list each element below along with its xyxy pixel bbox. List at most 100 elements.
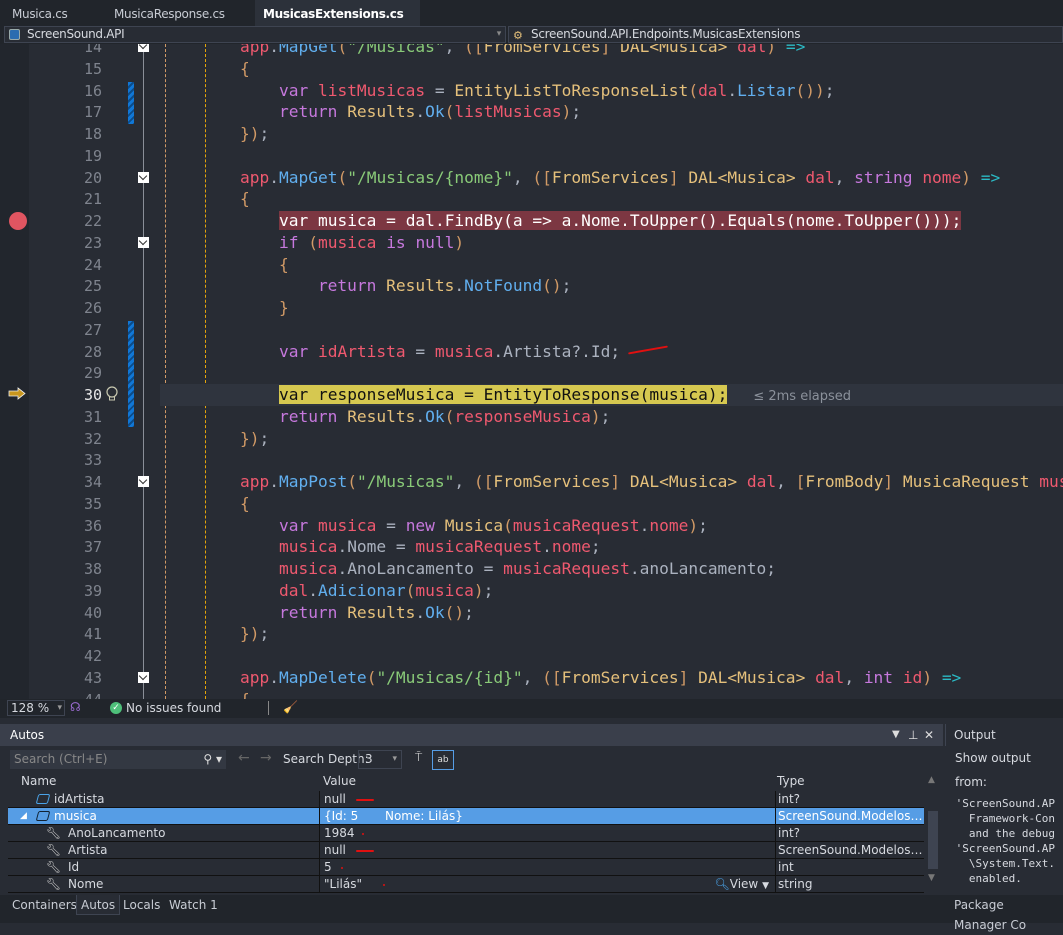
code-line[interactable]: { — [162, 188, 250, 210]
tab-autos[interactable]: Autos — [76, 895, 121, 915]
code-line[interactable]: }); — [162, 623, 269, 645]
code-line[interactable]: if (musica is null) — [162, 232, 464, 254]
vertical-scrollbar[interactable]: ▲ ▼ — [926, 773, 940, 887]
code-line[interactable]: musica.AnoLancamento = musicaRequest.ano… — [162, 558, 776, 580]
column-name[interactable]: Name — [21, 773, 56, 790]
autos-row[interactable]: idArtista null int? — [8, 791, 924, 808]
search-placeholder: Search (Ctrl+E) — [14, 752, 108, 766]
code-line[interactable]: var listMusicas = EntityListToResponseLi… — [162, 80, 835, 102]
tab-containers[interactable]: Containers — [8, 895, 81, 915]
line-number: 24 — [83, 255, 102, 274]
member-dropdown[interactable]: ⚙ ScreenSound.API.Endpoints.MusicasExten… — [508, 26, 1063, 43]
line-number: 31 — [83, 407, 102, 426]
variable-type: ScreenSound.Modelos.Art... — [775, 842, 924, 858]
annotation-mark — [383, 884, 385, 886]
value-text: {Id: 5 Nome: Lilás} — [324, 809, 463, 823]
code-line[interactable]: return Results.Ok(); — [162, 602, 474, 624]
code-line[interactable]: }); — [162, 123, 269, 145]
autos-row[interactable]: 🔧︎ Id 5 int — [8, 859, 924, 876]
variable-type: int? — [775, 825, 924, 841]
project-dropdown[interactable]: ScreenSound.API ▾ — [4, 26, 506, 43]
scrollbar-thumb[interactable] — [928, 811, 938, 869]
property-wrench-icon: 🔧︎ — [46, 877, 62, 891]
panel-menu-icon[interactable]: ▼ — [892, 724, 900, 746]
code-line[interactable]: { — [162, 254, 289, 276]
variable-value[interactable]: null — [319, 842, 775, 858]
member-name: ScreenSound.API.Endpoints.MusicasExtensi… — [531, 27, 801, 41]
code-line[interactable]: var musica = new Musica(musicaRequest.no… — [162, 515, 708, 537]
collapse-region-icon[interactable] — [138, 171, 149, 183]
line-number: 21 — [83, 190, 102, 209]
line-number: 23 — [83, 233, 102, 252]
variable-value[interactable]: 1984 — [319, 825, 775, 841]
code-line[interactable]: return Results.Ok(listMusicas); — [162, 101, 581, 123]
autos-row[interactable]: 🔧︎ Nome "Lilás" 🔍︎View ▼ string — [8, 876, 924, 893]
tab-locals[interactable]: Locals — [119, 895, 164, 915]
code-line[interactable]: return Results.NotFound(); — [162, 275, 571, 297]
code-cleanup-icon[interactable]: 🧹 — [283, 700, 298, 714]
code-line[interactable]: musica.Nome = musicaRequest.nome; — [162, 536, 601, 558]
search-input[interactable]: Search (Ctrl+E) ⚲ ▾ — [10, 750, 226, 769]
code-line[interactable]: var idArtista = musica.Artista?.Id; — [162, 341, 620, 363]
tab-musica-cs[interactable]: Musica.cs — [4, 0, 75, 26]
code-line[interactable]: { — [162, 493, 250, 515]
collapse-region-icon[interactable] — [138, 44, 149, 52]
zoom-dropdown[interactable]: 128 % ▾ — [7, 700, 65, 716]
code-editor[interactable]: 14 app.MapGet("/Musicas", ([FromServices… — [0, 44, 1063, 699]
autos-row[interactable]: ◢ musica {Id: 5 Nome: Lilás} ScreenSound.Mo… — [8, 808, 924, 825]
tab-watch-1[interactable]: Watch 1 — [165, 895, 222, 915]
column-headers: Name Value Type — [8, 773, 924, 790]
code-line[interactable]: app.MapDelete("/Musicas/{id}", ([FromSer… — [162, 667, 961, 689]
tab-musicaresponse-cs[interactable]: MusicaResponse.cs — [106, 0, 233, 26]
breakpoint-icon[interactable] — [9, 212, 27, 230]
code-line[interactable]: }); — [162, 428, 269, 450]
code-line[interactable]: app.MapGet("/Musicas/{nome}", ([FromServ… — [162, 167, 1000, 189]
column-value[interactable]: Value — [323, 773, 356, 790]
column-type[interactable]: Type — [777, 773, 805, 790]
lightbulb-icon[interactable] — [104, 386, 120, 402]
indicator-margin[interactable] — [0, 44, 29, 699]
code-line[interactable]: } — [162, 297, 289, 319]
variable-value[interactable]: null — [319, 791, 775, 807]
code-line[interactable]: return Results.Ok(responseMusica); — [162, 406, 610, 428]
namespace-icon: ⚙ — [513, 29, 523, 42]
search-icon[interactable]: ⚲ ▾ — [203, 750, 222, 769]
intellicode-icon[interactable]: ☊ — [70, 700, 81, 714]
collapse-region-icon[interactable] — [138, 236, 149, 248]
hex-display-icon[interactable]: ab — [432, 750, 454, 770]
pin-to-source-icon[interactable]: ⍑ — [415, 750, 422, 765]
code-line[interactable]: var musica = dal.FindBy(a => a.Nome.ToUp… — [162, 210, 962, 232]
code-line[interactable]: app.MapGet("/Musicas", ([FromServices] D… — [162, 44, 805, 58]
code-line[interactable]: { — [162, 58, 250, 80]
code-line[interactable]: var responseMusica = EntityToResponse(mu… — [162, 384, 851, 406]
forward-arrow-icon[interactable]: → — [260, 750, 272, 766]
code-line[interactable]: { — [162, 689, 250, 700]
magnifier-icon: 🔍︎ — [714, 877, 730, 891]
variable-value[interactable]: "Lilás" 🔍︎View ▼ — [319, 876, 775, 892]
autos-row[interactable]: 🔧︎ Artista null ScreenSound.Modelos.Art... — [8, 842, 924, 859]
output-line: and the debug — [949, 827, 1055, 840]
autos-row[interactable]: 🔧︎ AnoLancamento 1984 int? — [8, 825, 924, 842]
pin-icon[interactable]: ⊥ — [908, 724, 918, 746]
current-statement-arrow-icon[interactable] — [8, 387, 26, 400]
collapse-triangle-icon[interactable]: ◢ — [20, 808, 27, 824]
variable-value[interactable]: {Id: 5 Nome: Lilás} — [319, 808, 775, 824]
text-visualizer-button[interactable]: 🔍︎View ▼ — [715, 876, 769, 894]
tab-musicasextensions-cs[interactable]: MusicasExtensions.cs ⊹ X — [255, 0, 420, 49]
close-icon[interactable]: ✕ — [924, 724, 934, 746]
collapse-region-icon[interactable] — [138, 671, 149, 683]
collapse-region-icon[interactable] — [138, 476, 149, 487]
code-line[interactable]: dal.Adicionar(musica); — [162, 580, 493, 602]
back-arrow-icon[interactable]: ← — [238, 750, 250, 766]
line-number: 43 — [83, 668, 102, 687]
line-number: 25 — [83, 277, 102, 296]
variable-name: AnoLancamento — [68, 826, 166, 840]
tab-package-manager-console[interactable]: Package Manager Co — [950, 895, 1063, 932]
code-line[interactable]: app.MapPost("/Musicas", ([FromServices] … — [162, 471, 1063, 493]
issues-status[interactable]: No issues found — [126, 701, 221, 715]
search-depth-dropdown[interactable]: 3 ▾ — [358, 750, 402, 769]
annotation-mark — [356, 850, 374, 852]
line-number: 20 — [83, 168, 102, 187]
variable-value[interactable]: 5 — [319, 859, 775, 875]
variable-type: int? — [775, 791, 924, 807]
